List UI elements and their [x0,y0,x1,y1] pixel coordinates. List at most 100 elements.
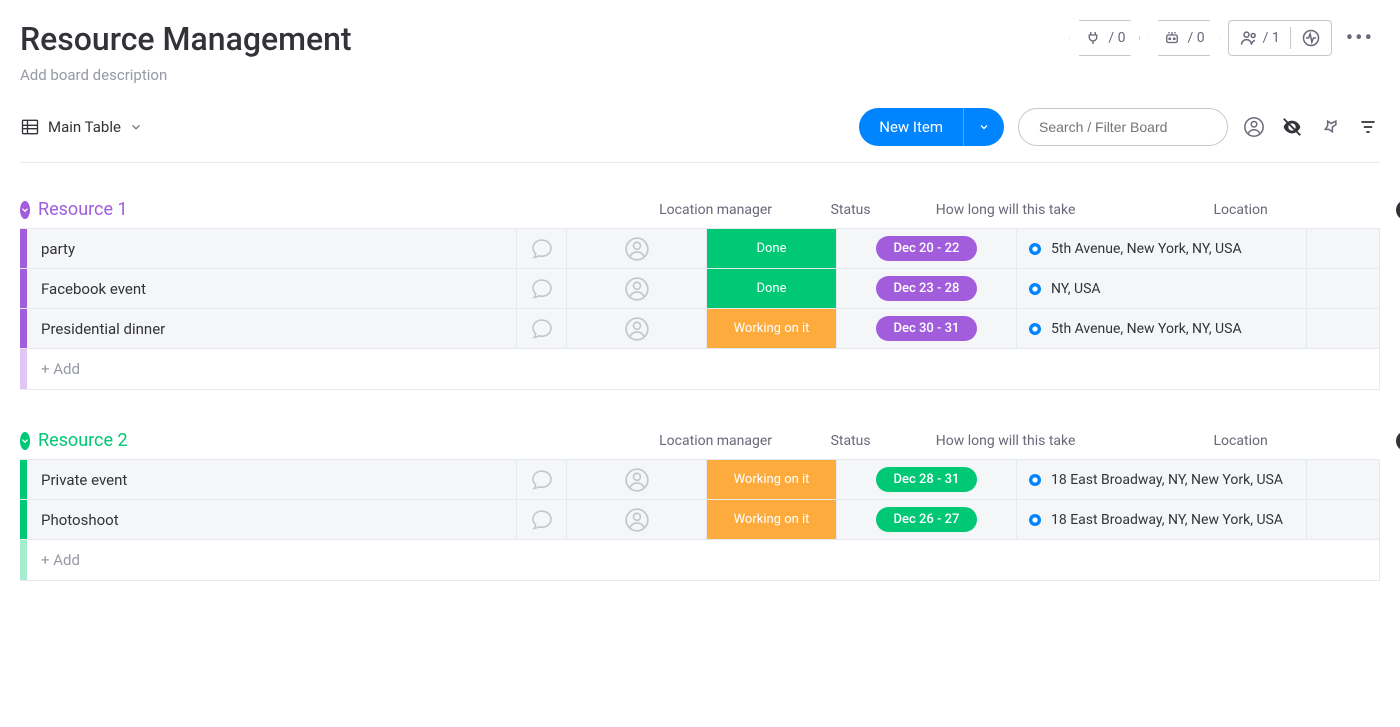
divider [1290,27,1291,49]
conversation-button[interactable] [517,229,567,268]
item-name-cell[interactable]: Private event [27,460,517,499]
status-cell[interactable]: Working on it [707,460,837,499]
column-header-manager[interactable]: Location manager [646,202,786,218]
item-name-cell[interactable]: party [27,229,517,268]
location-manager-cell[interactable] [567,500,707,539]
robot-icon [1163,29,1181,47]
conversation-button[interactable] [517,269,567,308]
timeline-cell[interactable]: Dec 26 - 27 [837,500,1017,539]
people-icon [1239,28,1259,48]
item-name-cell[interactable]: Facebook event [27,269,517,308]
group-title[interactable]: Resource 2 [38,430,128,451]
timeline-cell[interactable]: Dec 28 - 31 [837,460,1017,499]
location-cell[interactable]: 18 East Broadway, NY, New York, USA [1017,500,1307,539]
location-pin-icon [1027,512,1043,528]
location-manager-cell[interactable] [567,460,707,499]
table-row[interactable]: Facebook event Done Dec 23 - 28 NY, USA [20,269,1379,309]
new-item-button[interactable]: New Item [859,108,1004,146]
eye-off-icon [1281,116,1303,138]
row-color-bar [20,349,27,389]
members-count: / 1 [1263,30,1280,46]
location-manager-cell[interactable] [567,229,707,268]
row-end-spacer [1307,229,1347,268]
search-input[interactable] [1018,108,1228,146]
column-header-location[interactable]: Location [1096,202,1386,218]
activity-icon [1301,28,1321,48]
person-icon [624,276,650,302]
column-header-timeline[interactable]: How long will this take [916,202,1096,218]
automations-badge[interactable]: / 0 [1148,20,1219,56]
add-item-label[interactable]: + Add [27,349,1379,389]
group-collapse-toggle[interactable] [20,432,30,450]
location-cell[interactable]: 5th Avenue, New York, NY, USA [1017,309,1307,348]
more-menu-button[interactable]: ••• [1340,26,1380,51]
new-item-dropdown[interactable] [963,108,1004,146]
row-color-bar [20,269,27,308]
add-item-row[interactable]: + Add [20,349,1379,389]
status-cell[interactable]: Working on it [707,500,837,539]
row-color-bar [20,229,27,268]
table-row[interactable]: party Done Dec 20 - 22 5th Avenue, New Y… [20,229,1379,269]
status-cell[interactable]: Done [707,269,837,308]
add-item-label[interactable]: + Add [27,540,1379,580]
item-name-cell[interactable]: Presidential dinner [27,309,517,348]
location-manager-cell[interactable] [567,269,707,308]
pin-icon [1320,117,1340,137]
filter-button[interactable] [1356,115,1380,139]
row-end-spacer [1307,269,1347,308]
location-text: 18 East Broadway, NY, New York, USA [1051,472,1283,488]
view-name: Main Table [48,118,121,136]
table-icon [20,117,40,137]
location-pin-icon [1027,241,1043,257]
pin-button[interactable] [1318,115,1342,139]
add-column-button[interactable]: + [1396,431,1400,451]
board-title[interactable]: Resource Management [20,20,1069,58]
table-row[interactable]: Photoshoot Working on it Dec 26 - 27 18 … [20,500,1379,540]
group-collapse-toggle[interactable] [20,201,30,219]
add-column-button[interactable]: + [1396,200,1400,220]
members-button[interactable]: / 1 [1239,28,1280,48]
column-header-timeline[interactable]: How long will this take [916,433,1096,449]
board-description[interactable]: Add board description [20,66,1069,84]
hide-columns-button[interactable] [1280,115,1304,139]
conversation-button[interactable] [517,460,567,499]
status-cell[interactable]: Working on it [707,309,837,348]
chat-icon [530,468,554,492]
location-text: NY, USA [1051,281,1101,297]
location-cell[interactable]: 18 East Broadway, NY, New York, USA [1017,460,1307,499]
column-header-manager[interactable]: Location manager [646,433,786,449]
person-filter-button[interactable] [1242,115,1266,139]
integrations-badge[interactable]: / 0 [1069,20,1140,56]
chat-icon [530,277,554,301]
column-header-location[interactable]: Location [1096,433,1386,449]
activity-button[interactable] [1301,28,1321,48]
item-name-cell[interactable]: Photoshoot [27,500,517,539]
view-selector[interactable]: Main Table [20,117,143,137]
chevron-down-icon [978,121,990,133]
column-header-status[interactable]: Status [786,433,916,449]
chevron-down-icon [129,120,143,134]
table-row[interactable]: Presidential dinner Working on it Dec 30… [20,309,1379,349]
row-end-spacer [1307,500,1347,539]
timeline-cell[interactable]: Dec 23 - 28 [837,269,1017,308]
timeline-pill: Dec 20 - 22 [876,236,978,261]
row-color-bar [20,500,27,539]
row-end-spacer [1307,460,1347,499]
person-icon [624,467,650,493]
badge-count: / 0 [1108,30,1125,46]
location-text: 5th Avenue, New York, NY, USA [1051,321,1242,337]
group-title[interactable]: Resource 1 [38,199,128,220]
conversation-button[interactable] [517,500,567,539]
location-manager-cell[interactable] [567,309,707,348]
location-cell[interactable]: 5th Avenue, New York, NY, USA [1017,229,1307,268]
timeline-cell[interactable]: Dec 30 - 31 [837,309,1017,348]
timeline-pill: Dec 30 - 31 [876,316,978,341]
add-item-row[interactable]: + Add [20,540,1379,580]
conversation-button[interactable] [517,309,567,348]
status-cell[interactable]: Done [707,229,837,268]
table-row[interactable]: Private event Working on it Dec 28 - 31 … [20,460,1379,500]
column-header-status[interactable]: Status [786,202,916,218]
location-text: 18 East Broadway, NY, New York, USA [1051,512,1283,528]
timeline-cell[interactable]: Dec 20 - 22 [837,229,1017,268]
location-cell[interactable]: NY, USA [1017,269,1307,308]
